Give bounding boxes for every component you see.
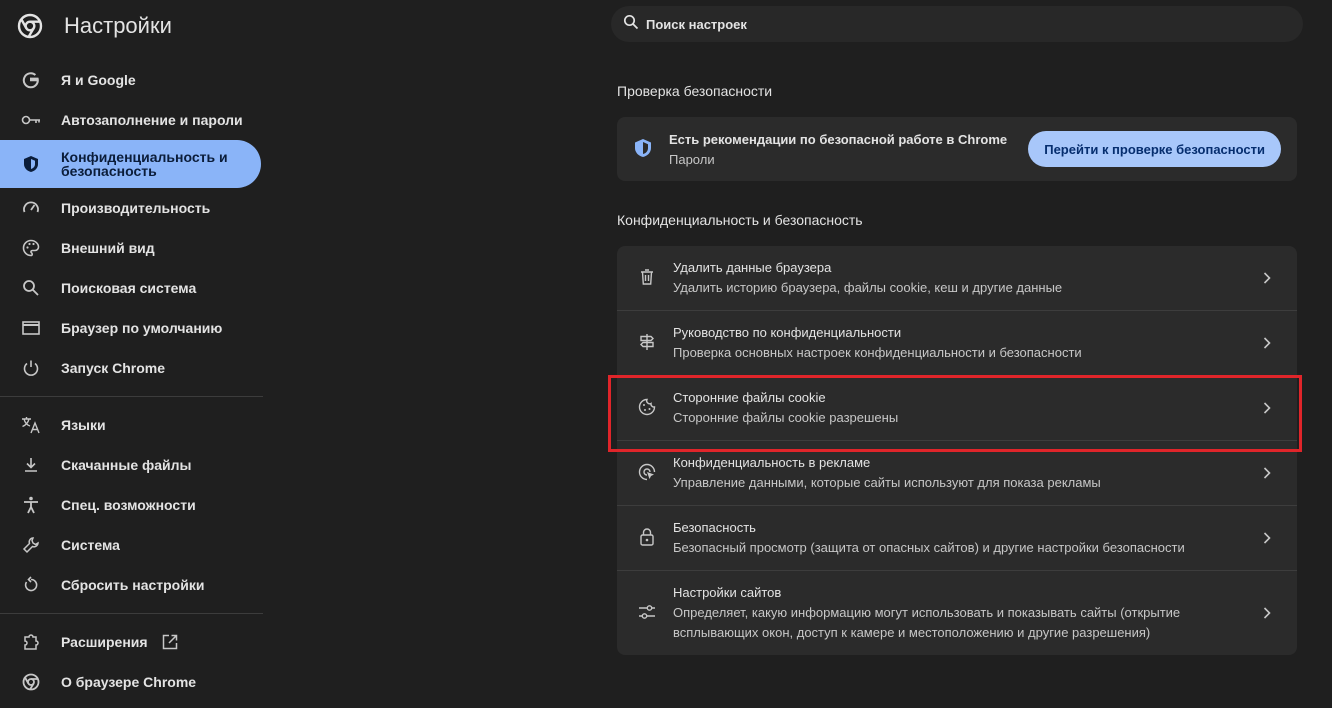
chevron-right-icon (1261, 272, 1273, 284)
sidebar-item-label: Запуск Chrome (61, 360, 166, 376)
row-title: Безопасность (673, 520, 756, 535)
sidebar-item-system[interactable]: Система (0, 525, 261, 565)
row-text: Безопасность Безопасный просмотр (защита… (673, 518, 1243, 558)
safety-check-card: Есть рекомендации по безопасной работе в… (617, 117, 1297, 181)
sidebar-divider (0, 613, 263, 614)
sidebar-item-you-and-google[interactable]: Я и Google (0, 60, 261, 100)
sidebar-item-label: Браузер по умолчанию (61, 320, 223, 336)
lock-icon (637, 527, 657, 547)
google-g-icon (20, 69, 42, 91)
sidebar-item-downloads[interactable]: Скачанные файлы (0, 445, 261, 485)
puzzle-icon (20, 631, 42, 653)
power-icon (20, 357, 42, 379)
sidebar-item-label: О браузере Chrome (61, 674, 197, 690)
sidebar-item-label: Поисковая система (61, 280, 197, 296)
go-to-safety-check-button[interactable]: Перейти к проверке безопасности (1028, 131, 1281, 167)
search-bar[interactable] (611, 6, 1303, 42)
signpost-icon (637, 332, 657, 352)
sidebar-item-label: Производительность (61, 200, 211, 216)
row-text: Настройки сайтов Определяет, какую инфор… (673, 583, 1243, 643)
sidebar-item-reset[interactable]: Сбросить настройки (0, 565, 261, 605)
cookie-icon (637, 397, 657, 417)
sidebar-item-label: Конфиденциальность и безопасность (61, 149, 228, 179)
sidebar-item-search-engine[interactable]: Поисковая система (0, 268, 261, 308)
sidebar-item-privacy[interactable]: Конфиденциальность и безопасность (0, 140, 261, 188)
chevron-right-icon (1261, 337, 1273, 349)
sidebar-item-on-startup[interactable]: Запуск Chrome (0, 348, 261, 388)
sidebar-item-extensions[interactable]: Расширения (0, 622, 261, 662)
translate-icon (20, 414, 42, 436)
row-site-settings[interactable]: Настройки сайтов Определяет, какую инфор… (617, 571, 1297, 655)
safety-check-section-title: Проверка безопасности (617, 83, 773, 99)
row-title: Руководство по конфиденциальности (673, 325, 902, 340)
sidebar-item-label: Автозаполнение и пароли (61, 112, 243, 128)
row-security[interactable]: Безопасность Безопасный просмотр (защита… (617, 506, 1297, 570)
sidebar: Настройки Я и Google Автозаполнение и па… (0, 0, 264, 708)
chevron-right-icon (1261, 402, 1273, 414)
key-icon (20, 109, 42, 131)
safety-check-title: Есть рекомендации по безопасной работе в… (669, 132, 1008, 147)
download-icon (20, 454, 42, 476)
sidebar-item-label: Расширения (61, 634, 148, 650)
open-in-new-icon (162, 633, 180, 651)
search-icon (623, 14, 639, 35)
accessibility-icon (20, 494, 42, 516)
row-text: Конфиденциальность в рекламе Управление … (673, 453, 1243, 493)
row-text: Удалить данные браузера Удалить историю … (673, 258, 1243, 298)
browser-window-icon (20, 317, 42, 339)
row-subtitle: Сторонние файлы cookie разрешены (673, 410, 899, 425)
speedometer-icon (20, 197, 42, 219)
brand: Настройки (16, 10, 172, 42)
sidebar-item-appearance[interactable]: Внешний вид (0, 228, 261, 268)
row-title: Сторонние файлы cookie (673, 390, 826, 405)
sidebar-item-label: Внешний вид (61, 240, 155, 256)
sidebar-item-default-browser[interactable]: Браузер по умолчанию (0, 308, 261, 348)
sidebar-item-about-chrome[interactable]: О браузере Chrome (0, 662, 261, 702)
sidebar-item-performance[interactable]: Производительность (0, 188, 261, 228)
privacy-card: Удалить данные браузера Удалить историю … (617, 246, 1297, 655)
safety-check-subtitle: Пароли (669, 152, 715, 167)
row-third-party-cookies[interactable]: Сторонние файлы cookie Сторонние файлы c… (617, 376, 1297, 440)
sidebar-item-label: Языки (61, 417, 106, 433)
sidebar-item-label: Спец. возможности (61, 497, 196, 513)
row-subtitle: Безопасный просмотр (защита от опасных с… (673, 540, 1185, 555)
privacy-section-title: Конфиденциальность и безопасность (617, 212, 863, 228)
sidebar-item-autofill[interactable]: Автозаполнение и пароли (0, 100, 261, 140)
row-subtitle: Проверка основных настроек конфиденциаль… (673, 345, 1082, 360)
row-title: Удалить данные браузера (673, 260, 832, 275)
row-clear-browsing-data[interactable]: Удалить данные браузера Удалить историю … (617, 246, 1297, 310)
shield-icon (20, 153, 42, 175)
sidebar-item-label: Система (61, 537, 120, 553)
search-input[interactable] (646, 16, 1246, 32)
page-title: Настройки (64, 13, 172, 38)
reset-icon (20, 574, 42, 596)
sidebar-item-languages[interactable]: Языки (0, 405, 261, 445)
trash-icon (637, 267, 657, 287)
chrome-logo-icon (16, 12, 44, 40)
row-text: Сторонние файлы cookie Сторонние файлы c… (673, 388, 1243, 428)
sidebar-divider (0, 396, 263, 397)
row-subtitle: Удалить историю браузера, файлы cookie, … (673, 280, 1063, 295)
sidebar-item-label: Скачанные файлы (61, 457, 192, 473)
wrench-icon (20, 534, 42, 556)
row-ad-privacy[interactable]: Конфиденциальность в рекламе Управление … (617, 441, 1297, 505)
row-title: Настройки сайтов (673, 585, 782, 600)
palette-icon (20, 237, 42, 259)
chevron-right-icon (1261, 607, 1273, 619)
chevron-right-icon (1261, 532, 1273, 544)
row-title: Конфиденциальность в рекламе (673, 455, 871, 470)
row-text: Руководство по конфиденциальности Провер… (673, 323, 1243, 363)
chevron-right-icon (1261, 467, 1273, 479)
row-privacy-guide[interactable]: Руководство по конфиденциальности Провер… (617, 311, 1297, 375)
site-settings-icon (637, 602, 657, 622)
chrome-icon (20, 671, 42, 693)
shield-check-icon (634, 138, 652, 163)
search-icon (20, 277, 42, 299)
sidebar-item-label: Я и Google (61, 72, 136, 88)
ad-privacy-icon (637, 462, 657, 482)
row-subtitle: Определяет, какую информацию могут испол… (673, 605, 1181, 640)
sidebar-item-label: Сбросить настройки (61, 577, 205, 593)
sidebar-item-accessibility[interactable]: Спец. возможности (0, 485, 261, 525)
row-subtitle: Управление данными, которые сайты исполь… (673, 475, 1101, 490)
